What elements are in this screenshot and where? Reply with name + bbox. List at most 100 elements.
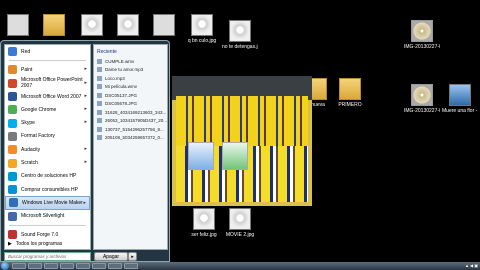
program-item[interactable]: Skype ▸ bbox=[5, 116, 90, 129]
desktop-icon[interactable] bbox=[146, 14, 182, 38]
jump-list: Reciente CUMPLE.wmv Dame tu amor.mp3 Loco.… bbox=[93, 44, 168, 250]
image-thumbnail-icon bbox=[193, 208, 215, 230]
desktop-icon[interactable]: IMG-20130227-0... bbox=[404, 84, 440, 114]
document-badge-icon bbox=[188, 142, 214, 170]
desktop-icon[interactable]: q bn culo.jpg bbox=[184, 14, 220, 44]
desktop-icon[interactable] bbox=[110, 14, 146, 38]
taskbar-button[interactable] bbox=[44, 263, 58, 269]
desktop-icon[interactable]: Muere una flor - Binomio de or... bbox=[442, 84, 478, 114]
recent-item[interactable]: Dame tu amor.mp3 bbox=[94, 66, 167, 75]
recent-item[interactable]: 205108_5034259657372_0... bbox=[94, 134, 167, 143]
image-thumbnail-icon bbox=[7, 14, 29, 36]
recent-item[interactable]: Mi película.wmv bbox=[94, 83, 167, 92]
program-label: Comprar consumibles HP bbox=[21, 186, 78, 193]
desktop-icon[interactable]: no te detengas.jpg bbox=[222, 20, 258, 50]
image-thumbnail-icon bbox=[117, 14, 139, 36]
taskbar-button[interactable] bbox=[108, 263, 122, 269]
submenu-arrow-icon[interactable]: ▸ bbox=[84, 106, 87, 112]
program-icon bbox=[8, 118, 17, 128]
program-label: Format Factory bbox=[21, 133, 55, 140]
taskbar-button[interactable] bbox=[28, 263, 42, 269]
program-icon bbox=[8, 171, 17, 181]
submenu-arrow-icon[interactable]: ▸ bbox=[84, 66, 87, 72]
recent-item-label: Mi película.wmv bbox=[105, 84, 138, 90]
recent-item[interactable]: DSC05678.JPG bbox=[94, 100, 167, 109]
submenu-arrow-icon[interactable]: ▸ bbox=[84, 93, 87, 99]
program-icon bbox=[8, 131, 17, 141]
program-icon bbox=[8, 158, 17, 168]
desktop-icon[interactable] bbox=[74, 14, 110, 38]
shutdown-options-button[interactable]: ▸ bbox=[128, 252, 137, 261]
search-input[interactable]: Buscar programas y archivos bbox=[4, 252, 91, 261]
program-item[interactable]: Sound Forge 7.0 bbox=[5, 228, 90, 241]
recent-item[interactable]: 31628_4034169213603_343... bbox=[94, 108, 167, 117]
file-icon bbox=[97, 92, 102, 98]
program-icon bbox=[9, 198, 18, 208]
recent-item[interactable]: 26053_1034157905D437_20... bbox=[94, 117, 167, 126]
recent-item-label: 130737_5154296257756_8... bbox=[105, 126, 164, 132]
desktop-icon[interactable]: PRIMERO bbox=[332, 78, 368, 108]
team-photo-preview[interactable] bbox=[172, 76, 312, 206]
file-icon bbox=[97, 101, 102, 107]
program-item[interactable]: Centro de soluciones HP bbox=[5, 170, 90, 183]
pinned-programs-list: Red Paint ▸ Microsoft Office PowerPoint 200… bbox=[4, 44, 91, 250]
folder-icon bbox=[339, 78, 361, 100]
submenu-arrow-icon[interactable]: ▸ bbox=[84, 119, 87, 125]
taskbar-button[interactable] bbox=[92, 263, 106, 269]
start-button[interactable] bbox=[1, 262, 9, 270]
image-thumbnail-icon bbox=[229, 20, 251, 42]
program-item[interactable]: Comprar consumibles HP bbox=[5, 183, 90, 196]
submenu-arrow-icon[interactable]: ▸ bbox=[84, 146, 87, 152]
program-icon bbox=[8, 185, 17, 195]
program-label: Skype bbox=[21, 120, 35, 127]
program-item[interactable]: Scratch ▸ bbox=[5, 156, 90, 169]
recent-item-label: DSC05678.JPG bbox=[105, 101, 138, 107]
recent-item[interactable]: Loco.mp3 bbox=[94, 74, 167, 83]
program-label: Windows Live Movie Maker bbox=[22, 199, 83, 206]
taskbar-button[interactable] bbox=[12, 263, 26, 269]
program-label: Centro de soluciones HP bbox=[21, 173, 77, 180]
program-item[interactable]: Red bbox=[5, 45, 90, 58]
submenu-arrow-icon[interactable]: ▸ bbox=[83, 200, 86, 206]
image-thumbnail-icon bbox=[449, 84, 471, 106]
system-tray[interactable]: ▲ ◀ ▣ bbox=[465, 262, 478, 270]
desktop-icon[interactable] bbox=[36, 14, 72, 38]
program-item[interactable]: Paint ▸ bbox=[5, 63, 90, 76]
recent-item-label: 26053_1034157905D437_20... bbox=[105, 118, 167, 124]
file-icon bbox=[97, 135, 102, 141]
recent-item[interactable]: CUMPLE.wmv bbox=[94, 57, 167, 66]
recent-item-label: Dame tu amor.mp3 bbox=[105, 67, 144, 73]
program-icon bbox=[8, 145, 17, 155]
recent-item[interactable]: DSC05137.JPG bbox=[94, 91, 167, 100]
file-icon bbox=[97, 84, 102, 90]
recent-item-label: Loco.mp3 bbox=[105, 75, 125, 81]
program-label: Microsoft Silverlight bbox=[21, 213, 65, 220]
program-icon bbox=[8, 65, 17, 75]
desktop-icon[interactable]: MOVIE 2.jpg bbox=[222, 208, 258, 238]
submenu-arrow-icon[interactable]: ▸ bbox=[84, 80, 87, 86]
shutdown-button[interactable]: Apagar bbox=[94, 252, 128, 261]
recent-item[interactable]: 130737_5154296257756_8... bbox=[94, 125, 167, 134]
program-item[interactable]: Format Factory bbox=[5, 130, 90, 143]
submenu-arrow-icon[interactable]: ▸ bbox=[84, 159, 87, 165]
desktop-icon[interactable] bbox=[0, 14, 36, 38]
file-icon bbox=[97, 118, 102, 124]
file-icon bbox=[97, 75, 102, 81]
folder-icon bbox=[43, 14, 65, 36]
program-item[interactable]: Microsoft Silverlight bbox=[5, 210, 90, 223]
taskbar-button[interactable] bbox=[124, 263, 138, 269]
program-item[interactable]: Microsoft Office Word 2007 ▸ bbox=[5, 90, 90, 103]
recent-item-label: CUMPLE.wmv bbox=[105, 58, 135, 64]
desktop-icon[interactable]: ser feliz.jpg bbox=[186, 208, 222, 238]
taskbar-button[interactable] bbox=[60, 263, 74, 269]
taskbar-button[interactable] bbox=[76, 263, 90, 269]
program-item[interactable]: Microsoft Office PowerPoint 2007 ▸ bbox=[5, 77, 90, 90]
program-item[interactable]: Audacity ▸ bbox=[5, 143, 90, 156]
all-programs-button[interactable]: ▶ Todos los programas bbox=[8, 241, 62, 247]
desktop-icon[interactable]: IMG-20130227-0... bbox=[404, 20, 440, 50]
program-item[interactable]: Windows Live Movie Maker ▸ bbox=[5, 196, 90, 210]
image-thumbnail-icon bbox=[191, 14, 213, 36]
program-label: Microsoft Office PowerPoint 2007 bbox=[21, 77, 83, 90]
recent-item-label: 31628_4034169213603_343... bbox=[105, 109, 167, 115]
program-item[interactable]: Google Chrome ▸ bbox=[5, 103, 90, 116]
